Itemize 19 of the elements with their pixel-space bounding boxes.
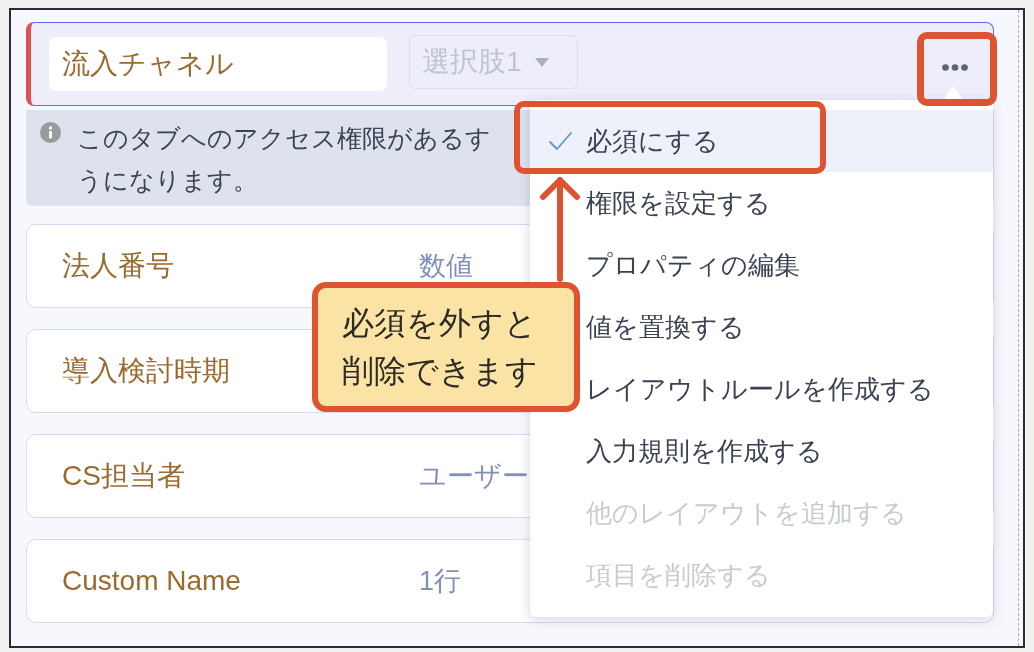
- menu-item[interactable]: プロパティの編集: [530, 234, 993, 296]
- check-icon: [549, 131, 572, 151]
- name-input-field[interactable]: 流入チャネル: [49, 37, 387, 91]
- field-type: 数値: [419, 250, 473, 283]
- more-icon: [942, 63, 968, 71]
- field-type: 1行: [419, 565, 462, 598]
- pointer-icon: [943, 86, 963, 100]
- caret-icon: [534, 57, 549, 67]
- notice-text: うになります。: [77, 165, 258, 196]
- menu-item[interactable]: 権限を設定する: [530, 172, 993, 234]
- info-icon: [40, 122, 61, 143]
- menu-item[interactable]: 必須にする: [530, 110, 993, 172]
- field-type: ユーザー: [419, 460, 529, 493]
- field-label: 導入検討時期: [62, 354, 230, 388]
- field-label: CS担当者: [62, 459, 185, 493]
- field-label: Custom Name: [62, 565, 241, 597]
- notice-text: このタブへのアクセス権限があるす: [77, 123, 491, 154]
- tooltip-text: 必須を外すと削除できます: [342, 304, 539, 391]
- field-label: 法人番号: [62, 249, 174, 283]
